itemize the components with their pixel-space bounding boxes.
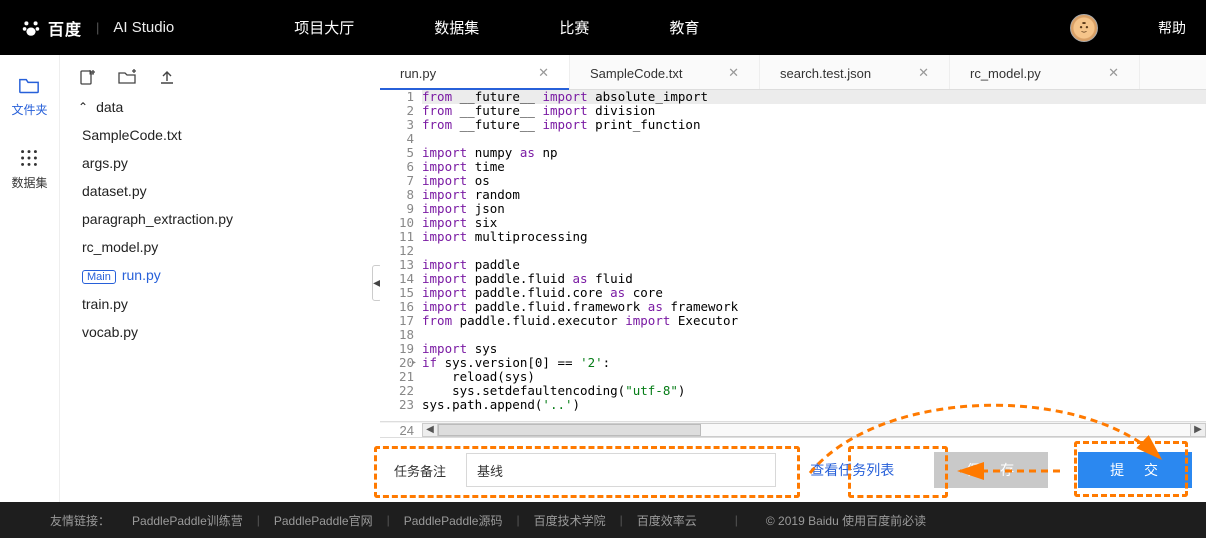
save-button[interactable]: 保 存 <box>934 452 1048 488</box>
logo-separator: | <box>96 20 99 35</box>
nav-link-competitions[interactable]: 比赛 <box>559 17 589 38</box>
close-icon[interactable]: ✕ <box>538 65 549 81</box>
scroll-right-icon[interactable]: ▶ <box>1190 423 1206 437</box>
activity-datasets-label: 数据集 <box>11 174 47 191</box>
activity-datasets[interactable]: 数据集 <box>11 148 47 191</box>
app-root: 百度 | AI Studio 项目大厅 数据集 比赛 教育 帮助 文件夹 <box>0 0 1206 538</box>
close-icon[interactable]: ✕ <box>728 65 739 81</box>
tab[interactable]: rc_model.py ✕ <box>950 55 1140 89</box>
line-gutter: 1234567891011121314151617181920212223 <box>380 90 422 421</box>
nav-help[interactable]: 帮助 <box>1158 18 1186 38</box>
tab-label: SampleCode.txt <box>590 66 683 81</box>
footer-link[interactable]: PaddlePaddle源码 <box>404 512 503 529</box>
tree-file-label: run.py <box>122 267 161 283</box>
folder-label: data <box>96 99 123 115</box>
footer-label: 友情链接： <box>50 512 110 529</box>
tree-file-active[interactable]: Main run.py <box>78 267 380 284</box>
nav-link-projects[interactable]: 项目大厅 <box>294 17 354 38</box>
code-content[interactable]: from __future__ import absolute_importfr… <box>422 90 1206 421</box>
tab-label: search.test.json <box>780 66 871 81</box>
horizontal-scrollbar[interactable]: 24 ◀ ▶ <box>380 421 1206 437</box>
avatar[interactable] <box>1070 14 1098 42</box>
close-icon[interactable]: ✕ <box>1108 65 1119 81</box>
scroll-track[interactable] <box>438 423 1190 437</box>
logo-text-cn: 百度 <box>48 16 82 40</box>
tab[interactable]: SampleCode.txt ✕ <box>570 55 760 89</box>
nav-links: 项目大厅 数据集 比赛 教育 <box>294 17 699 38</box>
nav-link-education[interactable]: 教育 <box>669 17 699 38</box>
tab-label: run.py <box>400 66 436 81</box>
footer-copyright: © 2019 Baidu 使用百度前必读 <box>766 512 926 529</box>
task-panel: 任务备注 查看任务列表 保 存 提 交 <box>380 437 1206 502</box>
tree-folder-data[interactable]: ⌃ data <box>78 99 380 115</box>
task-note-label: 任务备注 <box>394 461 446 480</box>
tab[interactable]: search.test.json ✕ <box>760 55 950 89</box>
main-badge: Main <box>82 270 116 284</box>
footer-link[interactable]: PaddlePaddle训练营 <box>132 512 243 529</box>
tree-file[interactable]: SampleCode.txt <box>78 127 380 143</box>
footer-link[interactable]: 百度技术学院 <box>534 512 606 529</box>
logo-group[interactable]: 百度 | AI Studio <box>20 16 174 40</box>
submit-button[interactable]: 提 交 <box>1078 452 1192 488</box>
paw-icon <box>20 17 42 39</box>
code-editor[interactable]: 1234567891011121314151617181920212223 fr… <box>380 90 1206 421</box>
nav-link-datasets[interactable]: 数据集 <box>434 17 479 38</box>
body-area: 文件夹 数据集 <box>0 55 1206 502</box>
activity-bar: 文件夹 数据集 <box>0 55 60 502</box>
scroll-thumb[interactable] <box>438 424 701 436</box>
close-icon[interactable]: ✕ <box>918 65 929 81</box>
tree-file[interactable]: vocab.py <box>78 324 380 340</box>
chevron-down-icon: ⌃ <box>78 100 88 114</box>
footer-link[interactable]: PaddlePaddle官网 <box>274 512 373 529</box>
grid-icon <box>18 148 40 168</box>
new-folder-icon[interactable] <box>118 69 136 87</box>
tree-file[interactable]: args.py <box>78 155 380 171</box>
tab-label: rc_model.py <box>970 66 1041 81</box>
activity-files-label: 文件夹 <box>11 101 47 118</box>
tab[interactable]: run.py ✕ <box>380 55 570 89</box>
file-explorer: ⌃ data SampleCode.txt args.py dataset.py… <box>60 55 380 502</box>
tree-file[interactable]: paragraph_extraction.py <box>78 211 380 227</box>
logo-text-studio: AI Studio <box>113 19 174 36</box>
task-note-input[interactable] <box>466 453 776 487</box>
scroll-left-icon[interactable]: ◀ <box>422 423 438 437</box>
upload-icon[interactable] <box>158 69 176 87</box>
new-file-icon[interactable] <box>78 69 96 87</box>
editor-tabs: run.py ✕ SampleCode.txt ✕ search.test.json… <box>380 55 1206 90</box>
tree-file[interactable]: dataset.py <box>78 183 380 199</box>
top-navbar: 百度 | AI Studio 项目大厅 数据集 比赛 教育 帮助 <box>0 0 1206 55</box>
tree-file[interactable]: train.py <box>78 296 380 312</box>
footer: 友情链接： PaddlePaddle训练营| PaddlePaddle官网| P… <box>0 502 1206 538</box>
editor-area: ◀ run.py ✕ SampleCode.txt ✕ search.test.js… <box>380 55 1206 502</box>
folder-icon <box>18 75 40 95</box>
view-task-list-link[interactable]: 查看任务列表 <box>810 460 894 480</box>
activity-files[interactable]: 文件夹 <box>11 75 47 118</box>
tree-file[interactable]: rc_model.py <box>78 239 380 255</box>
file-tree: ⌃ data SampleCode.txt args.py dataset.py… <box>60 99 380 340</box>
footer-link[interactable]: 百度效率云 <box>637 512 697 529</box>
explorer-toolbar <box>60 69 380 87</box>
